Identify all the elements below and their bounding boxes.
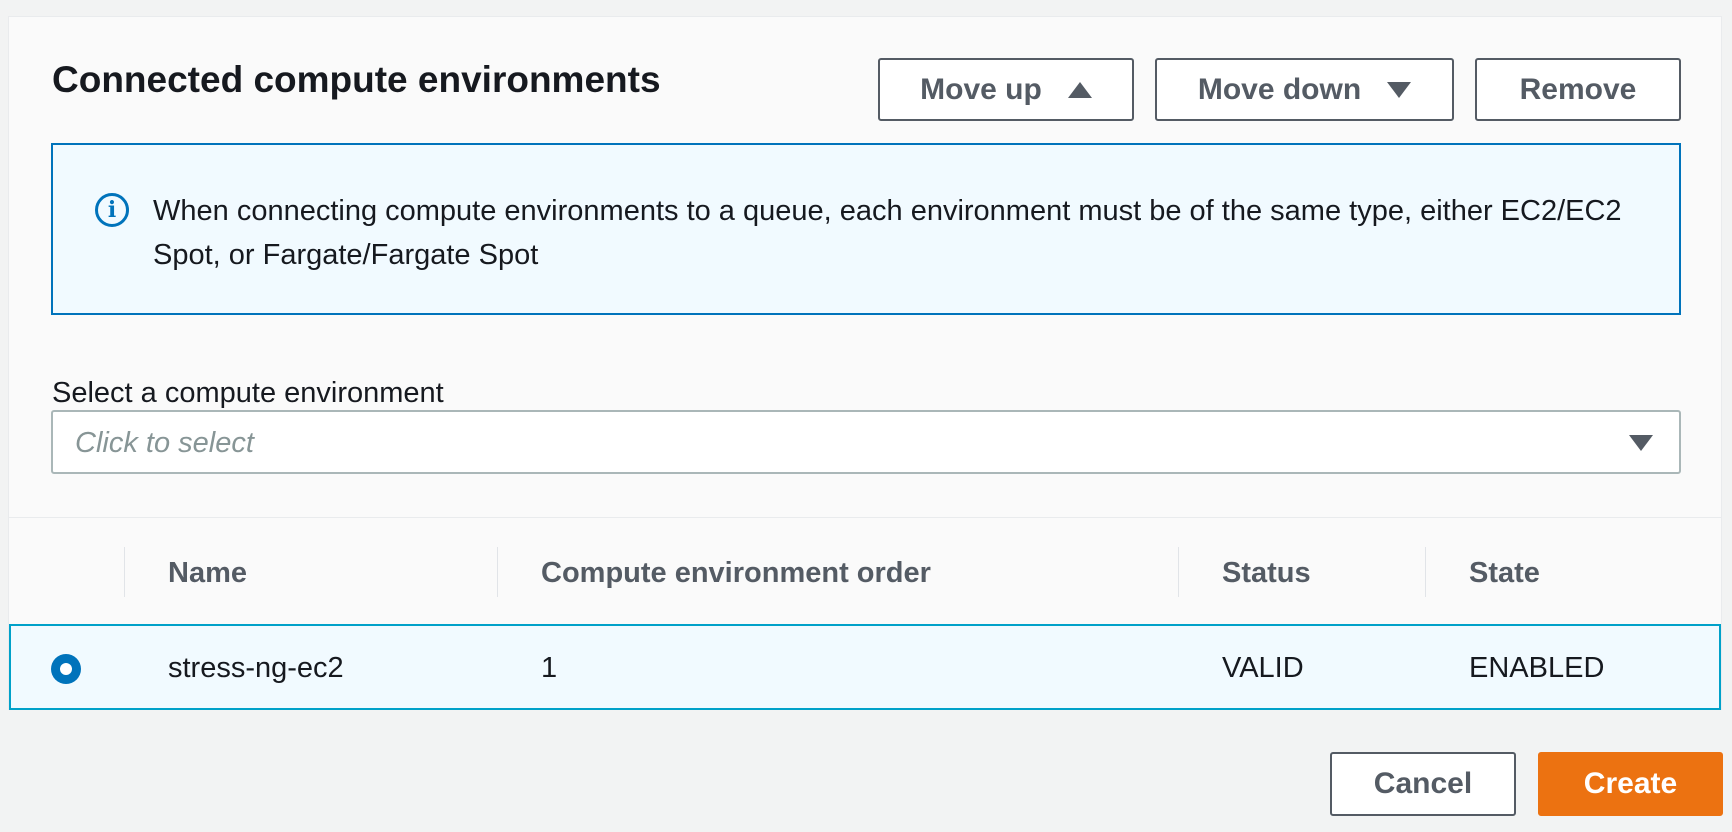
move-up-label: Move up <box>920 72 1042 106</box>
move-down-button[interactable]: Move down <box>1155 58 1454 121</box>
column-header-state[interactable]: State <box>1469 557 1540 590</box>
create-button[interactable]: Create <box>1538 752 1723 816</box>
column-header-order[interactable]: Compute environment order <box>541 557 931 590</box>
move-down-label: Move down <box>1197 72 1362 106</box>
caret-down-icon <box>1387 81 1412 98</box>
info-text: When connecting compute environments to … <box>153 195 1622 271</box>
info-icon: i <box>95 193 129 227</box>
caret-up-icon <box>1067 81 1092 98</box>
move-up-button[interactable]: Move up <box>878 58 1134 121</box>
divider <box>9 517 1721 518</box>
column-header-status[interactable]: Status <box>1222 557 1311 590</box>
table-row[interactable]: stress-ng-ec2 1 VALID ENABLED <box>9 624 1721 710</box>
cell-order: 1 <box>541 652 558 684</box>
info-alert: i When connecting compute environments t… <box>51 143 1681 315</box>
section-title: Connected compute environments <box>52 59 661 100</box>
cancel-button[interactable]: Cancel <box>1330 752 1516 816</box>
compute-environment-select[interactable]: Click to select <box>51 410 1681 474</box>
row-radio-button[interactable] <box>51 654 81 684</box>
radio-selected-dot <box>60 663 72 675</box>
cell-state: ENABLED <box>1469 652 1605 684</box>
cell-status: VALID <box>1222 652 1304 684</box>
remove-button[interactable]: Remove <box>1475 58 1681 121</box>
select-label: Select a compute environment <box>52 377 444 409</box>
column-separator <box>1425 547 1426 597</box>
column-header-name[interactable]: Name <box>168 557 247 590</box>
remove-label: Remove <box>1519 72 1637 106</box>
compute-environments-panel: Connected compute environments Move up M… <box>8 16 1722 710</box>
column-separator <box>124 547 125 597</box>
select-placeholder: Click to select <box>75 427 254 459</box>
chevron-down-icon <box>1629 435 1653 451</box>
column-separator <box>497 547 498 597</box>
column-separator <box>1178 547 1179 597</box>
cell-name: stress-ng-ec2 <box>168 652 344 684</box>
